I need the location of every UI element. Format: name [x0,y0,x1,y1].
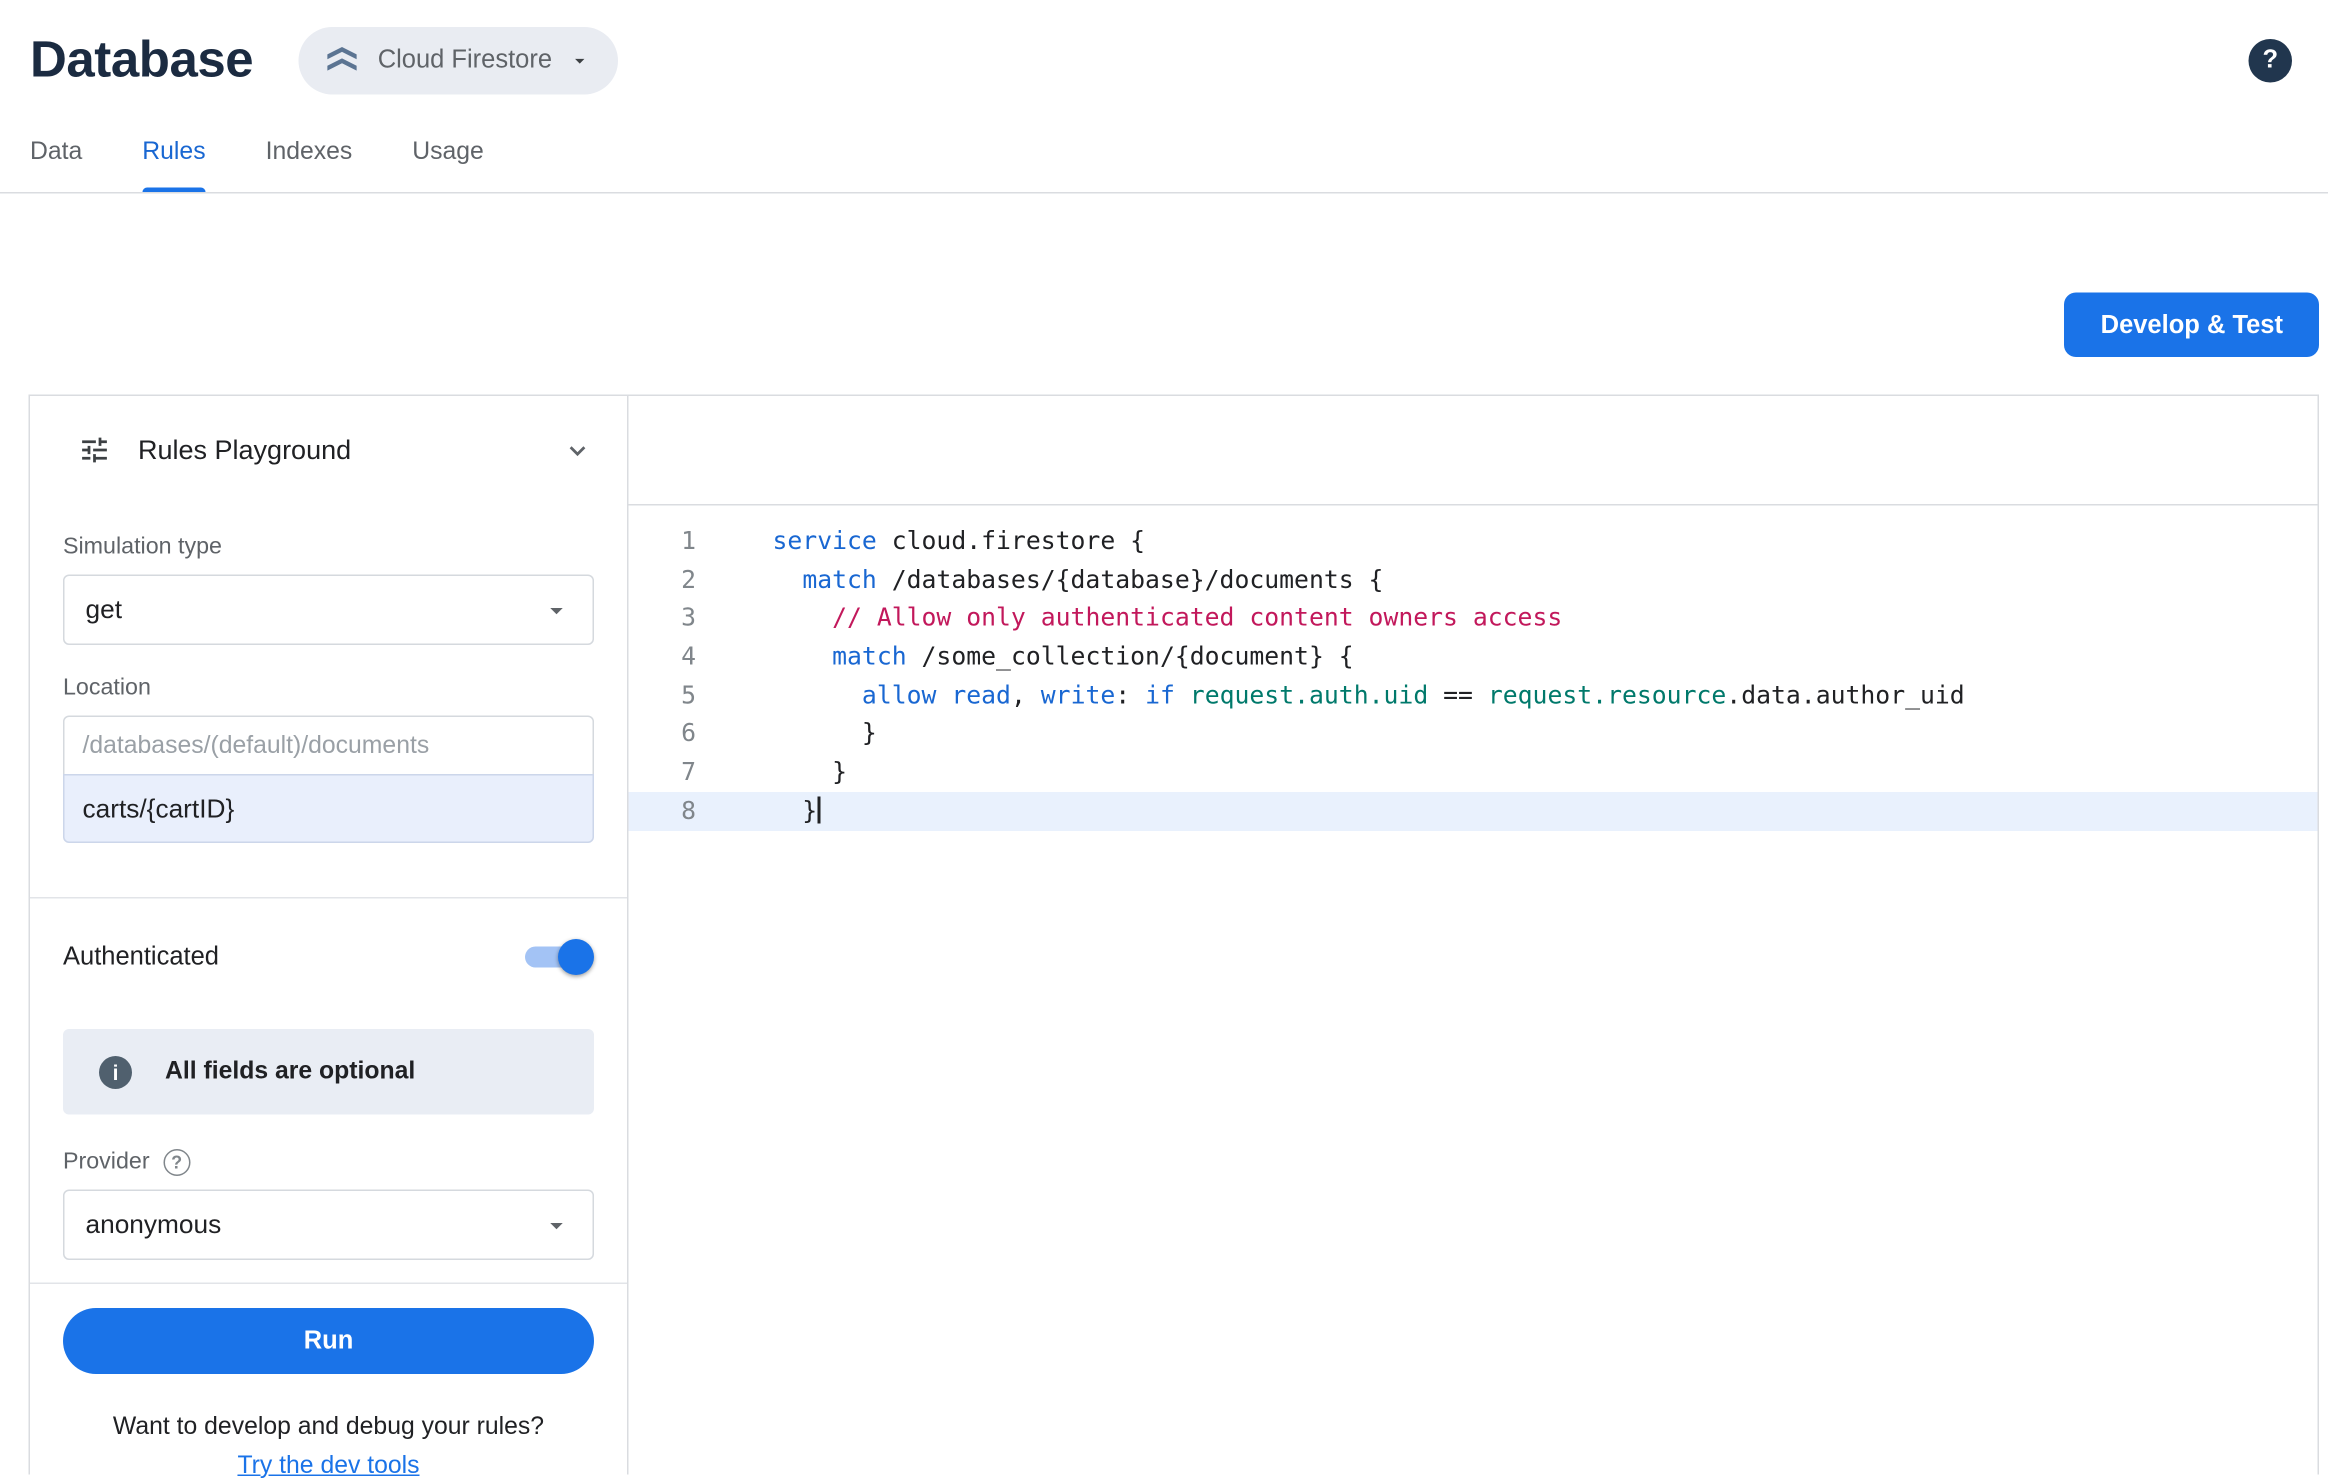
line-text: } [696,715,877,754]
line-number: 3 [629,599,697,638]
page-title: Database [30,31,253,90]
code-area[interactable]: 1service cloud.firestore {2 match /datab… [629,506,2318,1475]
location-path-input[interactable] [63,774,594,843]
editor-toolbar [629,396,2318,506]
line-number: 2 [629,561,697,600]
line-text: } [696,792,820,831]
code-line[interactable]: 5 allow read, write: if request.auth.uid… [629,676,2318,715]
code-line[interactable]: 8 } [629,792,2318,831]
line-number: 7 [629,753,697,792]
code-line[interactable]: 6 } [629,715,2318,754]
dev-tools-link[interactable]: Try the dev tools [63,1452,594,1481]
dropdown-arrow-icon [542,595,572,625]
rules-playground-title: Rules Playground [138,434,351,466]
tune-icon [78,434,111,467]
product-selector-label: Cloud Firestore [378,45,552,75]
provider-value: anonymous [86,1209,222,1241]
line-text: // Allow only authenticated content owne… [696,599,1562,638]
develop-test-row: Develop & Test [0,194,2328,395]
tab-bar: Data Rules Indexes Usage [0,108,2328,194]
line-number: 6 [629,715,697,754]
line-number: 8 [629,792,697,831]
simulation-type-label: Simulation type [63,534,594,561]
info-message: All fields are optional [165,1058,415,1087]
toggle-knob [558,939,594,975]
dropdown-arrow-icon [542,1210,572,1240]
provider-label-row: Provider ? [63,1149,594,1176]
firestore-icon [322,41,361,80]
location-label: Location [63,675,594,702]
tab-usage[interactable]: Usage [412,123,484,192]
authenticated-row: Authenticated [63,939,594,975]
rules-playground-header[interactable]: Rules Playground [30,396,627,504]
collapse-chevron-icon[interactable] [561,434,594,467]
develop-test-button[interactable]: Develop & Test [2065,293,2319,358]
rules-playground-body: Simulation type get Location Authenticat… [30,504,627,1481]
rules-panel: Rules Playground Simulation type get Loc… [29,395,2320,1475]
line-text: match /databases/{database}/documents { [696,561,1383,600]
firestore-database-page: Database Cloud Firestore ? Data Rules In… [0,0,2328,1473]
rules-editor: 1service cloud.firestore {2 match /datab… [627,396,2318,1475]
simulation-type-select[interactable]: get [63,575,594,646]
tab-rules[interactable]: Rules [142,123,205,192]
authenticated-toggle[interactable] [516,939,594,975]
run-button[interactable]: Run [63,1308,594,1374]
line-text: service cloud.firestore { [696,522,1145,561]
provider-label: Provider [63,1149,150,1176]
line-number: 1 [629,522,697,561]
simulation-type-value: get [86,594,122,626]
provider-select[interactable]: anonymous [63,1190,594,1261]
rules-playground-sidebar: Rules Playground Simulation type get Loc… [30,396,627,1475]
help-glyph: ? [2262,45,2278,75]
tab-data[interactable]: Data [30,123,82,192]
code-line[interactable]: 4 match /some_collection/{document} { [629,638,2318,677]
line-text: match /some_collection/{document} { [696,638,1354,677]
line-number: 4 [629,638,697,677]
tab-indexes[interactable]: Indexes [266,123,353,192]
info-icon: i [99,1055,132,1088]
divider [30,897,627,899]
help-icon[interactable]: ? [2249,38,2293,82]
divider [30,1283,627,1285]
authenticated-label: Authenticated [63,942,219,972]
location-base-path-input[interactable] [63,716,594,776]
provider-help-icon[interactable]: ? [163,1149,190,1176]
product-selector-dropdown[interactable]: Cloud Firestore [298,26,618,94]
line-number: 5 [629,676,697,715]
line-text: } [696,753,847,792]
line-text: allow read, write: if request.auth.uid =… [696,676,1965,715]
code-line[interactable]: 3 // Allow only authenticated content ow… [629,599,2318,638]
info-banner: i All fields are optional [63,1029,594,1115]
code-line[interactable]: 7 } [629,753,2318,792]
text-cursor [817,796,820,823]
code-line[interactable]: 2 match /databases/{database}/documents … [629,561,2318,600]
page-header: Database Cloud Firestore ? [0,0,2328,108]
chevron-down-icon [569,49,592,72]
code-line[interactable]: 1service cloud.firestore { [629,522,2318,561]
dev-tools-prompt: Want to develop and debug your rules? [63,1413,594,1442]
